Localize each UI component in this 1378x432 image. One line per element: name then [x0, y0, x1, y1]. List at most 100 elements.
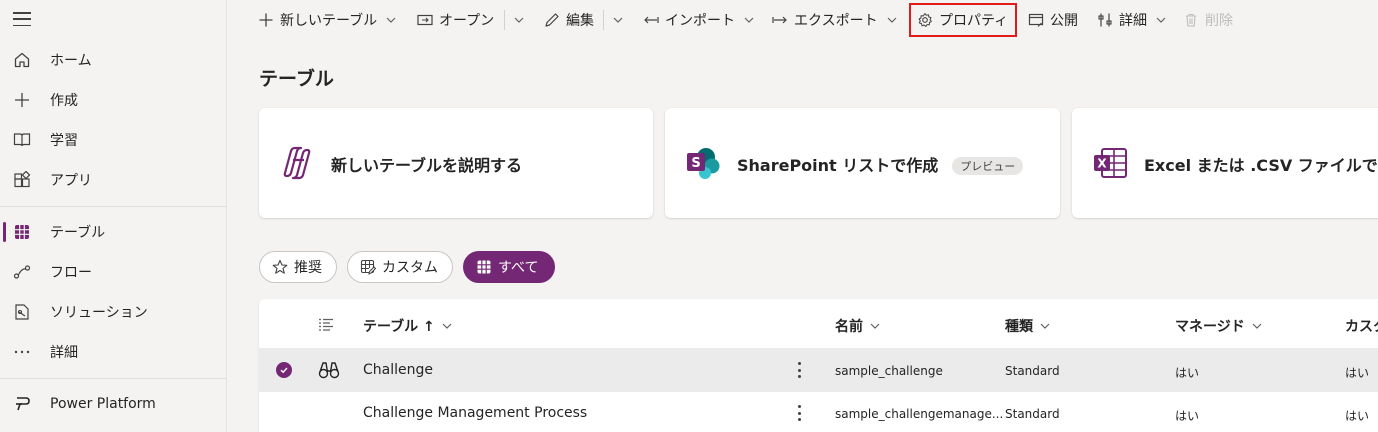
row-table-name[interactable]: Challenge: [363, 362, 433, 378]
nav-item-create[interactable]: 作成: [0, 80, 227, 120]
nav-item-label: テーブル: [50, 225, 106, 241]
column-header-label: カスタ: [1345, 319, 1378, 335]
excel-icon: X: [1090, 143, 1130, 183]
binoculars-icon: [318, 360, 340, 384]
recommended-filter[interactable]: 推奨: [259, 251, 337, 283]
svg-text:X: X: [1097, 157, 1107, 171]
publish-icon: [1028, 12, 1044, 28]
details-button[interactable]: 詳細: [1097, 4, 1167, 36]
star-icon: [272, 259, 288, 275]
chevron-down-icon: [1251, 320, 1263, 332]
row-more-options[interactable]: [792, 360, 806, 380]
recommended-label: 推奨: [294, 260, 322, 276]
export-arrow-icon: [772, 12, 788, 28]
nav-item-power-platform[interactable]: Power Platform: [0, 384, 227, 424]
nav-divider: [0, 206, 227, 207]
new-table-button[interactable]: 新しいテーブル: [258, 4, 397, 36]
nav-item-solutions[interactable]: ソリューション: [0, 292, 227, 332]
plus-icon: [13, 91, 31, 109]
card-label-text: SharePoint リストで作成: [737, 156, 939, 175]
nav-item-label: アプリ: [50, 173, 92, 189]
nav-item-tables[interactable]: テーブル: [0, 212, 227, 252]
publish-label: 公開: [1050, 13, 1078, 29]
apps-icon: [13, 171, 31, 189]
nav-divider: [0, 378, 227, 379]
row-custom: はい: [1345, 409, 1370, 423]
tables-grid: テーブル ↑ 名前 種類 マネージド カスタ Challenge sample_…: [259, 299, 1378, 432]
row-type: Standard: [1005, 407, 1060, 421]
table-icon: [13, 223, 31, 241]
table-row[interactable]: Challenge sample_challenge Standard はい は…: [259, 348, 1378, 391]
card-label: Excel または .CSV ファイルで作成: [1144, 156, 1378, 175]
excel-csv-card[interactable]: X Excel または .CSV ファイルで作成: [1072, 108, 1378, 218]
edit-button[interactable]: 編集: [544, 4, 594, 36]
highlight-box: [909, 3, 1017, 37]
open-label: オープン: [439, 13, 495, 29]
nav-item-label: 作成: [50, 93, 78, 109]
column-header-table[interactable]: テーブル ↑: [363, 316, 453, 336]
custom-filter[interactable]: カスタム: [347, 251, 453, 283]
chevron-down-icon: [743, 14, 755, 26]
active-indicator: [3, 222, 6, 242]
nav-item-apps[interactable]: アプリ: [0, 160, 227, 200]
nav-item-label: 学習: [50, 133, 78, 149]
row-logical-name: sample_challengemanage...: [835, 407, 1004, 421]
export-button[interactable]: エクスポート: [772, 4, 898, 36]
grid-icon: [476, 259, 492, 275]
open-button[interactable]: オープン: [417, 4, 494, 36]
row-table-name[interactable]: Challenge Management Process: [363, 405, 587, 421]
table-row[interactable]: Challenge Management Process sample_chal…: [259, 391, 1378, 432]
column-header-label: 名前: [835, 319, 863, 335]
import-button[interactable]: インポート: [643, 4, 755, 36]
more-icon: [13, 343, 31, 361]
nav-item-learn[interactable]: 学習: [0, 120, 227, 160]
svg-text:S: S: [691, 156, 700, 171]
describe-new-table-card[interactable]: 新しいテーブルを説明する: [259, 108, 653, 218]
nav-item-label: ソリューション: [50, 305, 148, 321]
chevron-down-icon: [441, 320, 453, 332]
page-title: テーブル: [259, 68, 334, 90]
details-label: 詳細: [1119, 13, 1147, 29]
nav-item-label: Power Platform: [50, 396, 156, 412]
solution-icon: [13, 303, 31, 321]
chevron-down-icon: [869, 320, 881, 332]
nav-item-flows[interactable]: フロー: [0, 252, 227, 292]
column-header-label: マネージド: [1175, 319, 1245, 335]
open-options-dropdown[interactable]: [513, 4, 525, 36]
nav-item-home[interactable]: ホーム: [0, 40, 227, 80]
delete-button[interactable]: 削除: [1183, 4, 1233, 36]
card-label: SharePoint リストで作成 プレビュー: [737, 152, 1024, 176]
card-label: 新しいテーブルを説明する: [331, 156, 523, 175]
column-header-type[interactable]: 種類: [1005, 316, 1051, 336]
chevron-down-icon: [385, 14, 397, 26]
nav-item-more[interactable]: 詳細: [0, 332, 227, 372]
power-platform-icon: [13, 395, 31, 413]
row-more-options[interactable]: [792, 403, 806, 423]
copilot-icon: [277, 143, 317, 183]
plus-icon: [258, 12, 274, 28]
edit-label: 編集: [566, 13, 594, 29]
custom-label: カスタム: [382, 260, 438, 276]
sharepoint-icon: S: [683, 143, 723, 183]
column-header-custom[interactable]: カスタ: [1345, 316, 1378, 336]
column-header-label: テーブル ↑: [363, 319, 435, 335]
chevron-down-icon: [612, 14, 624, 26]
column-header-name[interactable]: 名前: [835, 316, 881, 336]
edit-options-dropdown[interactable]: [612, 4, 624, 36]
hamburger-icon[interactable]: [13, 10, 31, 28]
grid-header: テーブル ↑ 名前 種類 マネージド カスタ: [259, 299, 1378, 349]
pencil-icon: [544, 12, 560, 28]
all-filter[interactable]: すべて: [463, 251, 555, 283]
column-header-managed[interactable]: マネージド: [1175, 316, 1263, 336]
export-label: エクスポート: [794, 13, 878, 29]
checkmark-icon[interactable]: [276, 362, 292, 378]
book-icon: [13, 131, 31, 149]
list-icon[interactable]: [318, 317, 334, 337]
publish-button[interactable]: 公開: [1028, 4, 1078, 36]
sharepoint-list-card[interactable]: S SharePoint リストで作成 プレビュー: [665, 108, 1060, 218]
table-edit-icon: [360, 259, 376, 275]
toolbar-separator: [504, 10, 505, 30]
row-custom: はい: [1345, 366, 1370, 380]
row-managed: はい: [1175, 409, 1200, 423]
flow-icon: [13, 263, 31, 281]
